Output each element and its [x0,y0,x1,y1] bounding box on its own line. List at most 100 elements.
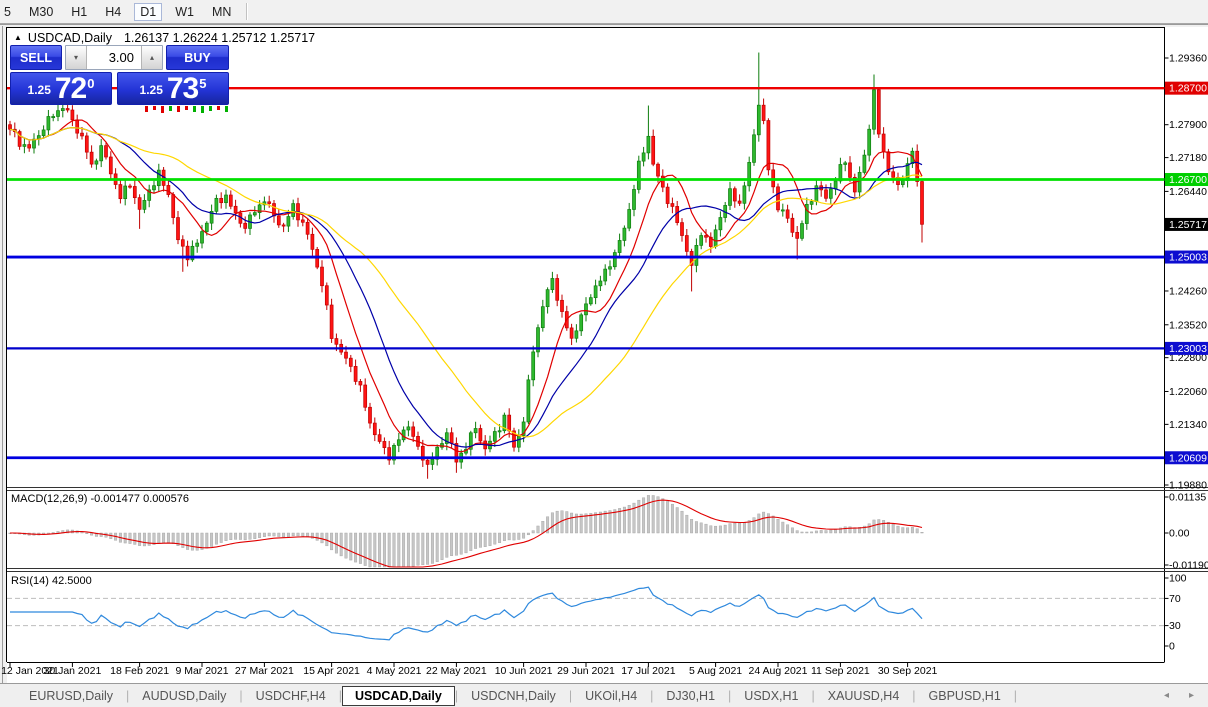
chart-tab-usdcnh-daily[interactable]: USDCNH,Daily [458,687,569,705]
sell-price-display[interactable]: 1.25 72 0 [10,72,112,105]
date-tick-label: 11 Sep 2021 [811,665,870,677]
macd-histogram-bar [167,533,170,543]
macd-histogram-bar [782,522,785,533]
macd-histogram-bar [762,512,765,533]
macd-histogram-bar [642,498,645,533]
macd-histogram-bar [239,533,242,540]
timeframe-button-5[interactable]: 5 [2,4,13,20]
price-tick-label: 1.19880 [1169,480,1207,492]
sell-price-big: 72 [55,77,86,102]
macd-histogram-bar [158,533,161,543]
level-price-badge: 1.20609 [1169,452,1207,464]
tab-scroll-left-icon[interactable]: ◂ [1164,690,1169,701]
date-tick-label: 4 May 2021 [367,665,422,677]
chart-tab-usdcad-daily[interactable]: USDCAD,Daily [342,686,455,706]
volume-field[interactable]: 3.00 [87,46,141,69]
macd-histogram-bar [369,533,372,567]
macd-histogram-bar [738,523,741,533]
macd-histogram-bar [657,497,660,533]
macd-histogram-bar [758,514,761,533]
date-tick-label: 22 May 2021 [426,665,487,677]
date-axis: 12 Jan 202130 Jan 202118 Feb 20219 Mar 2… [1,663,937,677]
price-tick-label: 1.26440 [1169,186,1207,198]
macd-histogram-bar [129,533,132,544]
timeframe-button-d1[interactable]: D1 [134,3,162,21]
date-tick-label: 30 Jan 2021 [43,665,101,677]
macd-histogram-bar [911,527,914,533]
macd-histogram-bar [220,533,223,543]
macd-histogram-bar [191,533,194,550]
macd-histogram-bar [724,525,727,533]
macd-histogram-bar [556,511,559,533]
macd-histogram-bar [791,528,794,533]
tab-scroll-right-icon[interactable]: ▸ [1189,690,1194,701]
timeframe-button-m30[interactable]: M30 [27,4,55,20]
price-tick-label: 1.23520 [1169,319,1207,331]
chart-tab-dj30-h1[interactable]: DJ30,H1 [653,687,728,705]
date-tick-label: 15 Apr 2021 [303,665,360,677]
timeframe-button-h1[interactable]: H1 [69,4,89,20]
macd-histogram-bar [436,533,439,562]
volume-increase-button[interactable]: ▴ [141,46,162,69]
macd-histogram-bar [508,533,511,540]
date-tick-label: 5 Aug 2021 [689,665,742,677]
chart-tab-audusd-daily[interactable]: AUDUSD,Daily [129,687,239,705]
chart-tab-eurusd-daily[interactable]: EURUSD,Daily [16,687,126,705]
ohlc-readout: 1.26137 1.26224 1.25712 1.25717 [124,31,315,45]
date-tick-label: 27 Mar 2021 [235,665,294,677]
price-tick-label: 1.22060 [1169,386,1207,398]
macd-histogram-bar [882,520,885,533]
macd-histogram-bar [902,528,905,533]
macd-histogram-bar [364,533,367,566]
macd-histogram-bar [921,532,924,533]
rsi-scale-label: 30 [1169,620,1181,632]
chart-tab-usdchf-h4[interactable]: USDCHF,H4 [243,687,339,705]
macd-histogram-bar [162,533,165,543]
macd-histogram-bar [710,526,713,533]
macd-histogram-bar [90,533,93,535]
volume-decrease-button[interactable]: ▾ [66,46,87,69]
buy-button[interactable]: BUY [166,45,229,70]
macd-histogram-bar [215,533,218,544]
macd-histogram-bar [297,533,300,536]
timeframe-button-mn[interactable]: MN [210,4,233,20]
macd-histogram-bar [522,533,525,538]
timeframe-button-w1[interactable]: W1 [173,4,196,20]
macd-histogram-bar [772,516,775,533]
macd-histogram-bar [335,533,338,553]
macd-histogram-bar [143,533,146,546]
macd-histogram-bar [316,533,319,540]
chart-tab-xauusd-h4[interactable]: XAUUSD,H4 [815,687,913,705]
macd-histogram-bar [777,519,780,533]
macd-scale-label: 0.00 [1169,528,1190,540]
macd-histogram-bar [801,532,804,533]
tick-bar [225,106,228,112]
macd-histogram-bar [690,519,693,533]
current-price-badge: 1.25717 [1169,219,1207,231]
macd-histogram-bar [412,533,415,566]
chart-tab-ukoil-h4[interactable]: UKOil,H4 [572,687,650,705]
macd-histogram-bar [518,533,521,540]
macd-histogram-bar [470,533,473,551]
macd-histogram-bar [743,522,746,533]
macd-histogram-bar [350,533,353,560]
chart-tab-bar: EURUSD,Daily|AUDUSD,Daily|USDCHF,H4|USDC… [0,683,1208,707]
sell-price-sup: 0 [87,76,94,91]
macd-histogram-bar [638,500,641,533]
sell-price-small: 1.25 [28,83,51,97]
chart-tab-usdx-h1[interactable]: USDX,H1 [731,687,811,705]
macd-histogram-bar [465,533,468,553]
chart-tab-gbpusd-h1[interactable]: GBPUSD,H1 [916,687,1014,705]
macd-histogram-bar [609,511,612,533]
macd-histogram-bar [422,533,425,565]
macd-histogram-bar [138,533,141,546]
sell-button[interactable]: SELL [10,45,62,70]
macd-histogram-bar [585,514,588,533]
macd-histogram-bar [705,524,708,533]
collapse-panel-icon[interactable]: ▲ [14,33,22,42]
tick-bar [177,106,180,112]
buy-price-display[interactable]: 1.25 73 5 [117,72,229,105]
macd-histogram-bar [830,530,833,533]
timeframe-button-h4[interactable]: H4 [103,4,123,20]
macd-histogram-bar [671,504,674,533]
